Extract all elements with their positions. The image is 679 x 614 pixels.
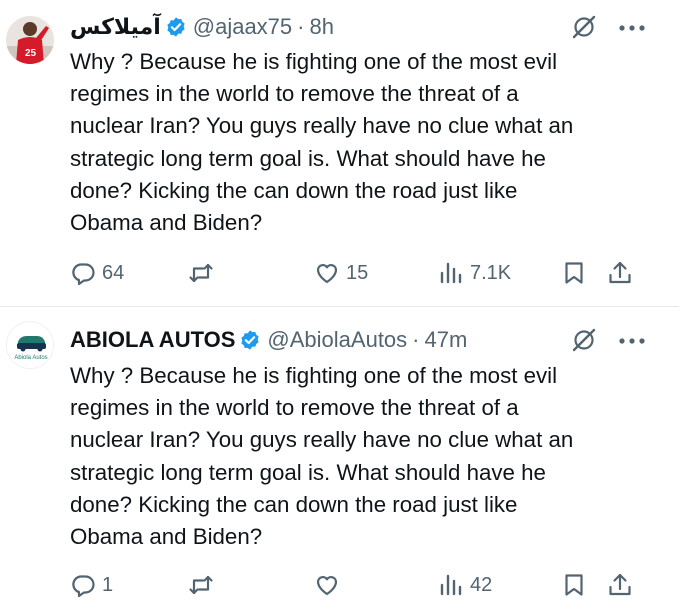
share-icon [609,573,631,596]
separator-dot: · [297,14,305,39]
reply-button[interactable]: 1 [70,570,113,600]
display-name[interactable]: ABIOLA AUTOS [70,327,235,353]
verified-badge-icon [167,17,185,37]
reply-button[interactable]: 64 [70,258,124,288]
views-button[interactable]: 7.1K [438,258,511,288]
tweet[interactable]: Abiola Autos ABIOLA AUTOS @AbiolaAutos ·… [0,307,679,614]
timestamp[interactable]: 47m [425,327,468,353]
views-count: 7.1K [470,261,512,284]
reply-count: 1 [102,573,114,596]
tweet[interactable]: 25 آمیلاکس @ajaax75 · 8h Why ? Because h… [0,0,679,306]
views-count: 42 [470,573,493,596]
reply-count: 64 [102,261,125,284]
like-icon [316,576,338,596]
share-button[interactable] [607,570,633,600]
verified-badge-icon [241,330,260,350]
reply-icon [72,575,95,598]
grok-icon[interactable] [571,327,597,353]
display-name[interactable]: آمیلاکس [70,14,161,40]
bookmark-icon [565,574,583,596]
avatar[interactable]: Abiola Autos [6,321,54,369]
like-count: 15 [346,261,369,284]
tweet-header: آمیلاکس @ajaax75 · 8h [70,12,679,42]
share-icon [609,261,631,284]
handle[interactable]: @AbiolaAutos [267,327,407,353]
like-button[interactable]: 15 [314,258,368,288]
bookmark-icon [565,262,583,284]
tweet-text: Why ? Because he is fighting one of the … [70,49,574,236]
retweet-button[interactable] [188,258,220,288]
like-button[interactable] [314,570,346,600]
avatar-logo-text: Abiola Autos [14,355,47,361]
separator-dot: · [412,327,420,352]
more-icon[interactable] [619,25,645,31]
retweet-button[interactable] [188,570,220,600]
avatar-jersey-number: 25 [25,48,37,59]
grok-icon[interactable] [571,14,597,40]
tweet-actions: 1 42 [0,570,679,600]
tweet-actions: 64 15 7.1K [0,258,679,288]
timestamp[interactable]: 8h [309,14,333,40]
handle[interactable]: @ajaax75 [193,14,292,40]
reply-icon [72,263,95,286]
tweet-text: Why ? Because he is fighting one of the … [70,363,574,550]
views-icon [440,262,462,284]
views-button[interactable]: 42 [438,570,492,600]
views-icon [440,574,462,596]
retweet-icon [189,263,213,283]
like-icon [316,264,338,284]
share-button[interactable] [607,258,633,288]
retweet-icon [189,575,213,595]
bookmark-button[interactable] [561,570,587,600]
bookmark-button[interactable] [561,258,587,288]
avatar[interactable]: 25 [6,16,54,64]
more-icon[interactable] [619,338,645,344]
tweet-header: ABIOLA AUTOS @AbiolaAutos · 47m [70,325,679,355]
